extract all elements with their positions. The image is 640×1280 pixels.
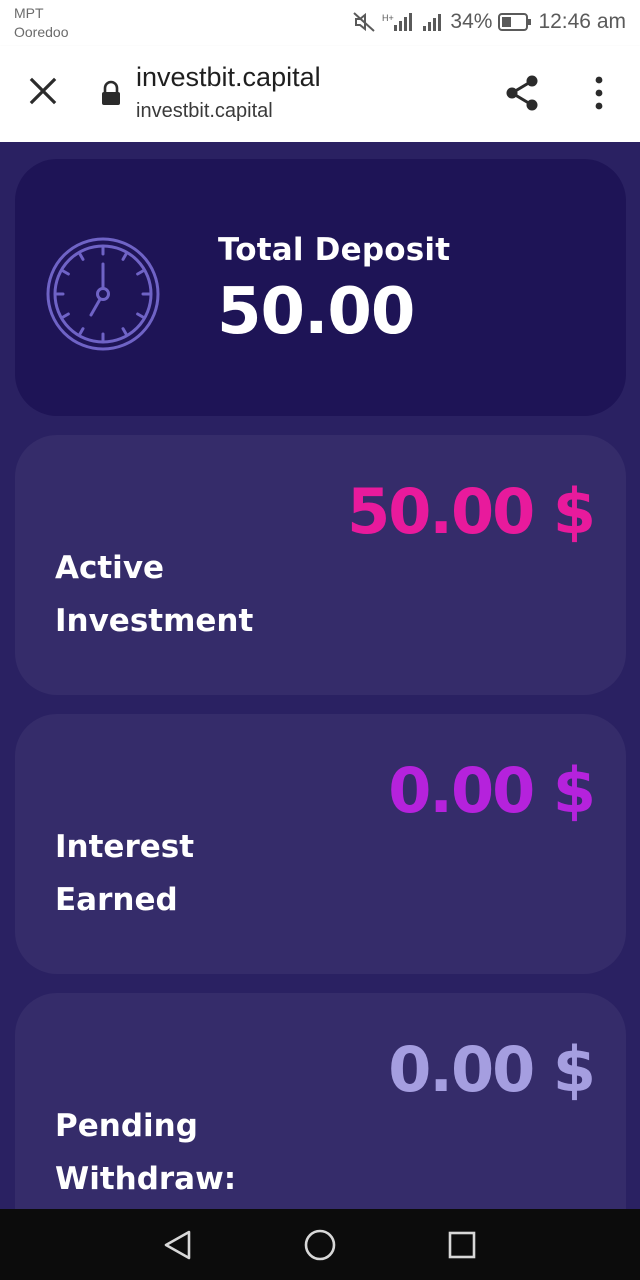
battery-percent: 34% bbox=[450, 10, 493, 33]
recents-icon bbox=[448, 1231, 476, 1259]
page-title: investbit.capital bbox=[136, 62, 321, 92]
system-navigation-bar bbox=[0, 1209, 640, 1280]
status-icons: H+ 34% 12:46 am bbox=[352, 8, 626, 36]
share-icon bbox=[506, 75, 538, 111]
share-button[interactable] bbox=[502, 72, 544, 114]
browser-toolbar: investbit.capital investbit.capital bbox=[0, 46, 640, 142]
mute-icon bbox=[352, 11, 376, 33]
total-deposit-value: 50.00 bbox=[217, 275, 415, 349]
lock-icon bbox=[98, 80, 124, 106]
pending-withdraw-label-line-1: Pending bbox=[55, 1108, 198, 1144]
pending-withdraw-card: 0.00 $ Pending Withdraw: bbox=[15, 993, 626, 1209]
home-icon bbox=[304, 1229, 336, 1261]
interest-earned-amount: 0.00 $ bbox=[388, 754, 596, 827]
interest-earned-label-line-1: Interest bbox=[55, 829, 195, 865]
back-button[interactable] bbox=[160, 1227, 196, 1263]
total-deposit-card: Total Deposit 50.00 bbox=[15, 159, 626, 416]
status-bar: MPT Ooredoo H+ 34% 12:46 am bbox=[0, 0, 640, 46]
close-button[interactable] bbox=[24, 72, 62, 110]
svg-text:H+: H+ bbox=[382, 13, 394, 23]
interest-earned-label-line-2: Earned bbox=[55, 882, 178, 918]
signal-2-icon bbox=[422, 11, 444, 33]
carrier-line-2: Ooredoo bbox=[14, 24, 69, 40]
url-text[interactable]: investbit.capital bbox=[136, 100, 273, 123]
pending-withdraw-label-line-2: Withdraw: bbox=[55, 1161, 237, 1197]
active-investment-label-line-2: Investment bbox=[55, 603, 254, 639]
carrier-line-1: MPT bbox=[14, 5, 44, 21]
more-options-button[interactable] bbox=[584, 72, 614, 114]
total-deposit-label: Total Deposit bbox=[218, 232, 451, 268]
close-icon bbox=[29, 77, 57, 105]
back-icon bbox=[164, 1230, 191, 1260]
active-investment-label-line-1: Active bbox=[55, 550, 165, 586]
active-investment-card: 50.00 $ Active Investment bbox=[15, 435, 626, 695]
battery-icon bbox=[498, 12, 532, 32]
interest-earned-card: 0.00 $ Interest Earned bbox=[15, 714, 626, 974]
dashboard-content: Total Deposit 50.00 50.00 $ Active Inves… bbox=[0, 142, 640, 1209]
signal-1-icon: H+ bbox=[382, 11, 416, 33]
carrier-info: MPT Ooredoo bbox=[14, 4, 68, 42]
clock-time: 12:46 am bbox=[538, 10, 626, 33]
pending-withdraw-amount: 0.00 $ bbox=[388, 1033, 596, 1106]
more-vert-icon bbox=[595, 76, 603, 110]
active-investment-amount: 50.00 $ bbox=[347, 475, 596, 548]
home-button[interactable] bbox=[302, 1227, 338, 1263]
clock-icon bbox=[45, 236, 161, 352]
recents-button[interactable] bbox=[444, 1227, 480, 1263]
